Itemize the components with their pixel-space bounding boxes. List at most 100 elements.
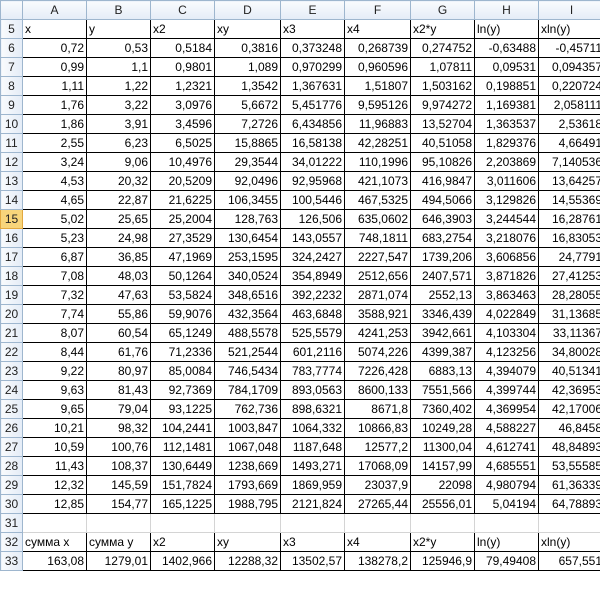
cell-e-31[interactable] <box>280 513 345 533</box>
cell-f-19[interactable]: 2871,074 <box>344 285 411 305</box>
cell-i-7[interactable]: 0,094357 <box>538 57 600 77</box>
cell-b-12[interactable]: 9,06 <box>86 152 151 172</box>
cell-c-30[interactable]: 165,1225 <box>150 494 215 514</box>
column-header-c[interactable]: C <box>150 0 215 20</box>
row-header[interactable]: 10 <box>0 114 23 134</box>
cell-i-8[interactable]: 0,220724 <box>538 76 600 96</box>
row-header[interactable]: 13 <box>0 171 23 191</box>
cell-b-13[interactable]: 20,32 <box>86 171 151 191</box>
cell-d-16[interactable]: 130,6454 <box>214 228 281 248</box>
cell-i-32[interactable]: xln(y) <box>538 532 600 552</box>
row-header[interactable]: 23 <box>0 361 23 381</box>
cell-e-33[interactable]: 13502,57 <box>280 551 345 571</box>
cell-h-16[interactable]: 3,218076 <box>474 228 539 248</box>
cell-e-14[interactable]: 100,5446 <box>280 190 345 210</box>
cell-d-9[interactable]: 5,6672 <box>214 95 281 115</box>
cell-h-24[interactable]: 4,399744 <box>474 380 539 400</box>
cell-b-24[interactable]: 81,43 <box>86 380 151 400</box>
cell-e-25[interactable]: 898,6321 <box>280 399 345 419</box>
cell-g-19[interactable]: 2552,13 <box>410 285 475 305</box>
cell-c-19[interactable]: 53,5824 <box>150 285 215 305</box>
row-header[interactable]: 8 <box>0 76 23 96</box>
cell-d-31[interactable] <box>214 513 281 533</box>
cell-a-17[interactable]: 6,87 <box>22 247 87 267</box>
cell-c-17[interactable]: 47,1969 <box>150 247 215 267</box>
cell-i-23[interactable]: 40,51341 <box>538 361 600 381</box>
cell-c-20[interactable]: 59,9076 <box>150 304 215 324</box>
select-all-corner[interactable] <box>0 0 23 20</box>
column-header-a[interactable]: A <box>22 0 87 20</box>
cell-f-5[interactable]: x4 <box>344 19 411 39</box>
cell-h-26[interactable]: 4,588227 <box>474 418 539 438</box>
cell-a-26[interactable]: 10,21 <box>22 418 87 438</box>
cell-e-26[interactable]: 1064,332 <box>280 418 345 438</box>
cell-g-9[interactable]: 9,974272 <box>410 95 475 115</box>
cell-d-11[interactable]: 15,8865 <box>214 133 281 153</box>
cell-e-30[interactable]: 2121,824 <box>280 494 345 514</box>
cell-e-11[interactable]: 16,58138 <box>280 133 345 153</box>
cell-e-23[interactable]: 783,7774 <box>280 361 345 381</box>
cell-b-15[interactable]: 25,65 <box>86 209 151 229</box>
cell-e-19[interactable]: 392,2232 <box>280 285 345 305</box>
cell-d-25[interactable]: 762,736 <box>214 399 281 419</box>
cell-i-19[interactable]: 28,28055 <box>538 285 600 305</box>
cell-a-19[interactable]: 7,32 <box>22 285 87 305</box>
row-header[interactable]: 24 <box>0 380 23 400</box>
cell-g-25[interactable]: 7360,402 <box>410 399 475 419</box>
cell-f-11[interactable]: 42,28251 <box>344 133 411 153</box>
cell-d-28[interactable]: 1238,669 <box>214 456 281 476</box>
cell-b-16[interactable]: 24,98 <box>86 228 151 248</box>
cell-h-19[interactable]: 3,863463 <box>474 285 539 305</box>
cell-f-6[interactable]: 0,268739 <box>344 38 411 58</box>
cell-c-18[interactable]: 50,1264 <box>150 266 215 286</box>
cell-b-29[interactable]: 145,59 <box>86 475 151 495</box>
cell-h-7[interactable]: 0,09531 <box>474 57 539 77</box>
cell-g-18[interactable]: 2407,571 <box>410 266 475 286</box>
cell-d-17[interactable]: 253,1595 <box>214 247 281 267</box>
cell-b-31[interactable] <box>86 513 151 533</box>
cell-g-23[interactable]: 6883,13 <box>410 361 475 381</box>
cell-i-6[interactable]: -0,45711 <box>538 38 600 58</box>
cell-e-17[interactable]: 324,2427 <box>280 247 345 267</box>
cell-c-28[interactable]: 130,6449 <box>150 456 215 476</box>
cell-h-9[interactable]: 1,169381 <box>474 95 539 115</box>
cell-c-8[interactable]: 1,2321 <box>150 76 215 96</box>
cell-d-33[interactable]: 12288,32 <box>214 551 281 571</box>
cell-i-14[interactable]: 14,55369 <box>538 190 600 210</box>
column-header-e[interactable]: E <box>280 0 345 20</box>
cell-a-23[interactable]: 9,22 <box>22 361 87 381</box>
cell-d-10[interactable]: 7,2726 <box>214 114 281 134</box>
cell-g-14[interactable]: 494,5066 <box>410 190 475 210</box>
cell-b-10[interactable]: 3,91 <box>86 114 151 134</box>
cell-g-8[interactable]: 1,503162 <box>410 76 475 96</box>
row-header[interactable]: 25 <box>0 399 23 419</box>
cell-e-24[interactable]: 893,0563 <box>280 380 345 400</box>
cell-i-18[interactable]: 27,41253 <box>538 266 600 286</box>
cell-b-22[interactable]: 61,76 <box>86 342 151 362</box>
row-header[interactable]: 32 <box>0 532 23 552</box>
cell-e-7[interactable]: 0,970299 <box>280 57 345 77</box>
cell-c-13[interactable]: 20,5209 <box>150 171 215 191</box>
row-header[interactable]: 27 <box>0 437 23 457</box>
cell-i-20[interactable]: 31,13685 <box>538 304 600 324</box>
cell-c-9[interactable]: 3,0976 <box>150 95 215 115</box>
cell-i-16[interactable]: 16,83053 <box>538 228 600 248</box>
cell-b-27[interactable]: 100,76 <box>86 437 151 457</box>
cell-e-16[interactable]: 143,0557 <box>280 228 345 248</box>
cell-b-9[interactable]: 3,22 <box>86 95 151 115</box>
cell-g-27[interactable]: 11300,04 <box>410 437 475 457</box>
cell-h-20[interactable]: 4,022849 <box>474 304 539 324</box>
cell-c-12[interactable]: 10,4976 <box>150 152 215 172</box>
cell-e-18[interactable]: 354,8949 <box>280 266 345 286</box>
cell-e-20[interactable]: 463,6848 <box>280 304 345 324</box>
cell-b-33[interactable]: 1279,01 <box>86 551 151 571</box>
column-header-f[interactable]: F <box>344 0 411 20</box>
cell-i-24[interactable]: 42,36953 <box>538 380 600 400</box>
cell-b-23[interactable]: 80,97 <box>86 361 151 381</box>
cell-h-23[interactable]: 4,394079 <box>474 361 539 381</box>
row-header[interactable]: 9 <box>0 95 23 115</box>
column-header-g[interactable]: G <box>410 0 475 20</box>
cell-b-26[interactable]: 98,32 <box>86 418 151 438</box>
cell-f-29[interactable]: 23037,9 <box>344 475 411 495</box>
cell-h-6[interactable]: -0,63488 <box>474 38 539 58</box>
